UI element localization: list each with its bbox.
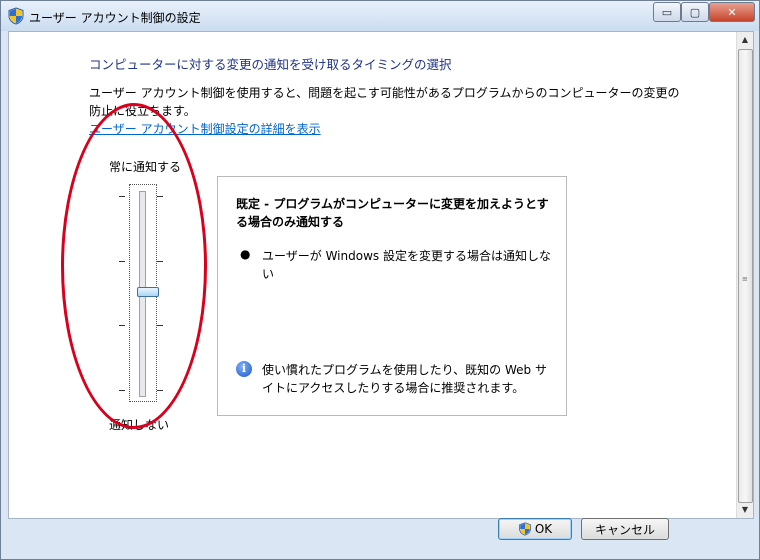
ok-button[interactable]: OK	[498, 518, 572, 540]
uac-shield-icon	[518, 522, 531, 536]
page-description: ユーザー アカウント制御を使用すると、問題を起こす可能性があるプログラムからのコ…	[89, 86, 680, 118]
maximize-icon: ▢	[689, 5, 701, 19]
vertical-scrollbar[interactable]: ▲ ≡ ▼	[736, 32, 753, 518]
cancel-button[interactable]: キャンセル	[581, 518, 669, 540]
minimize-button[interactable]: ▭	[653, 2, 681, 22]
red-annotation-oval	[61, 103, 207, 429]
maximize-button[interactable]: ▢	[681, 2, 709, 22]
cancel-label: キャンセル	[594, 522, 655, 537]
grip-icon: ≡	[742, 275, 748, 283]
page-heading: コンピューターに対する変更の通知を受け取るタイミングの選択	[89, 57, 452, 72]
level-title: 既定 - プログラムがコンピューターに変更を加えようとする場合のみ通知する	[236, 197, 549, 229]
scroll-down-icon[interactable]: ▼	[737, 502, 753, 518]
uac-shield-icon	[8, 7, 24, 25]
window-controls: ▭ ▢ ✕	[653, 2, 755, 22]
level-bullet-text: ユーザーが Windows 設定を変更する場合は通知しない	[262, 249, 551, 281]
scrollbar-thumb[interactable]: ≡	[738, 49, 753, 503]
info-icon: i	[236, 361, 252, 377]
ok-label: OK	[534, 522, 553, 536]
close-button[interactable]: ✕	[709, 2, 755, 22]
minimize-icon: ▭	[661, 5, 673, 19]
title-bar[interactable]: ユーザー アカウント制御の設定 ▭ ▢ ✕	[1, 1, 759, 31]
close-icon: ✕	[727, 5, 737, 19]
scroll-up-icon[interactable]: ▲	[737, 32, 753, 48]
bullet-icon: ●	[240, 247, 251, 261]
recommendation-note: 使い慣れたプログラムを使用したり、既知の Web サイトにアクセスしたりする場合…	[262, 363, 547, 395]
window-title: ユーザー アカウント制御の設定	[29, 11, 201, 25]
level-description-box: 既定 - プログラムがコンピューターに変更を加えようとする場合のみ通知する ● …	[217, 176, 567, 416]
uac-settings-window: ユーザー アカウント制御の設定 ▭ ▢ ✕ コンピューターに対する変更の通知を受…	[0, 0, 760, 560]
